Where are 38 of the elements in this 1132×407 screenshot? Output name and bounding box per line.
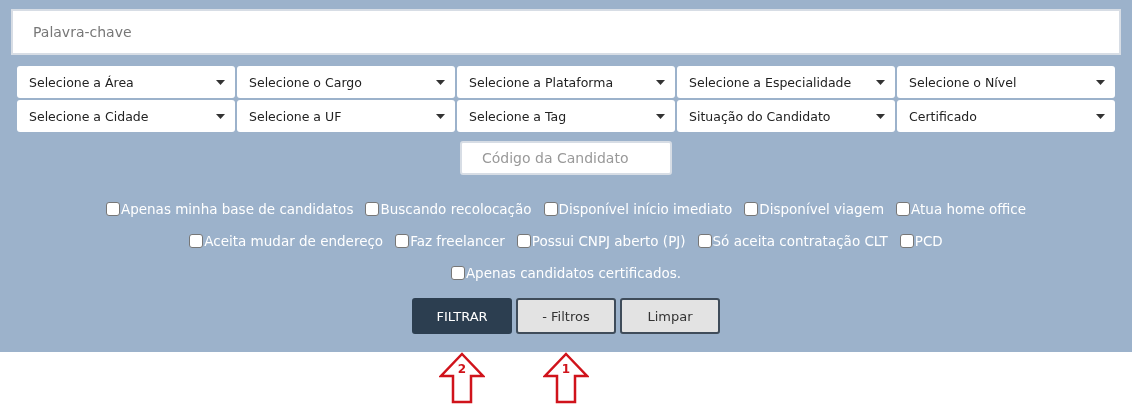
caret-icon [216, 79, 225, 85]
checkbox[interactable] [105, 202, 120, 216]
checkbox[interactable] [697, 234, 712, 248]
caret-icon [436, 113, 445, 119]
action-button[interactable]: - Filtros [516, 298, 616, 334]
select-dropdown[interactable]: Situação do Candidato [677, 100, 895, 132]
code-field[interactable]: Código da Candidato [460, 141, 672, 175]
checkbox[interactable] [744, 202, 759, 216]
checkbox[interactable] [896, 202, 911, 216]
keyword-field[interactable]: Palavra-chave [11, 9, 1121, 55]
caret-icon [1096, 113, 1105, 119]
caret-icon [436, 79, 445, 85]
caret-icon [656, 79, 665, 85]
checkbox[interactable] [516, 234, 531, 248]
select-dropdown[interactable]: Selecione a Tag [457, 100, 675, 132]
checkbox[interactable] [189, 234, 204, 248]
caret-icon [876, 113, 885, 119]
caret-icon [876, 79, 885, 85]
select-dropdown[interactable]: Selecione a Cidade [17, 100, 235, 132]
annotation-number: 1 [560, 362, 572, 376]
checkbox[interactable] [899, 234, 914, 248]
select-dropdown[interactable]: Selecione o Nível [897, 66, 1115, 98]
select-dropdown[interactable]: Selecione a UF [237, 100, 455, 132]
checkbox[interactable] [395, 234, 410, 248]
caret-icon [1096, 79, 1105, 85]
select-dropdown[interactable]: Selecione a Área [17, 66, 235, 98]
select-dropdown[interactable]: Selecione o Cargo [237, 66, 455, 98]
select-dropdown[interactable]: Selecione a Especialidade [677, 66, 895, 98]
checkbox[interactable] [365, 202, 380, 216]
checkbox[interactable] [543, 202, 558, 216]
annotation-number: 2 [456, 362, 468, 376]
caret-icon [216, 113, 225, 119]
filter-button[interactable]: FILTRAR [412, 298, 512, 334]
select-dropdown[interactable]: Certificado [897, 100, 1115, 132]
action-button[interactable]: Limpar [620, 298, 720, 334]
caret-icon [656, 113, 665, 119]
checkbox[interactable] [450, 266, 465, 280]
select-dropdown[interactable]: Selecione a Plataforma [457, 66, 675, 98]
